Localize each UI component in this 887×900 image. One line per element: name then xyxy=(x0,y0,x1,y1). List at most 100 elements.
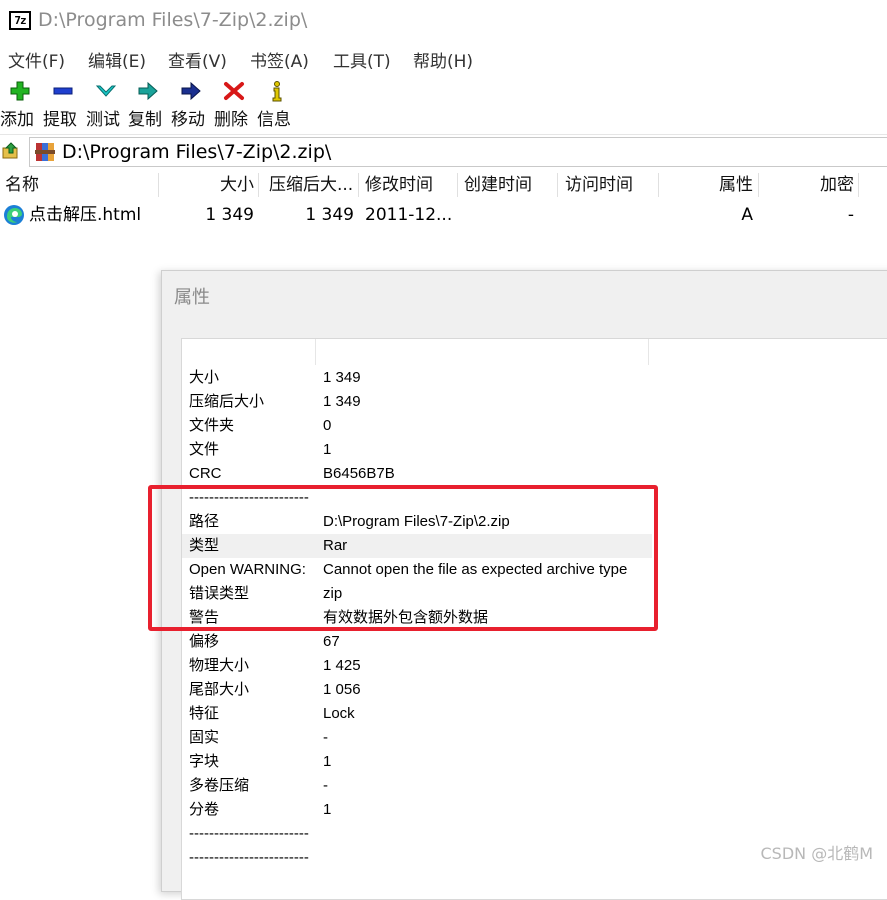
title-bar: 7z D:\Program Files\7-Zip\2.zip\ xyxy=(0,0,887,40)
file-modified: 2011-12... xyxy=(365,205,453,225)
info-button[interactable]: 信息 xyxy=(257,78,299,132)
file-row[interactable]: 点击解压.html 1 349 1 349 2011-12... A - xyxy=(0,201,887,229)
property-key: 物理大小 xyxy=(189,657,250,674)
property-row[interactable]: 固实 - xyxy=(182,726,652,750)
info-label: 信息 xyxy=(257,110,291,130)
property-key: 文件夹 xyxy=(189,417,235,434)
property-value: B6456B7B xyxy=(323,465,395,482)
property-key: 分卷 xyxy=(189,801,220,818)
address-field[interactable]: D:\Program Files\7-Zip\2.zip\ xyxy=(29,137,887,167)
file-list-header: 名称 大小 压缩后大... 修改时间 创建时间 访问时间 属性 加密 xyxy=(0,170,887,200)
property-key: 字块 xyxy=(189,753,220,770)
highlight-box xyxy=(148,485,658,631)
address-path: D:\Program Files\7-Zip\2.zip\ xyxy=(62,141,332,163)
add-button[interactable]: 添加 xyxy=(0,78,42,132)
column-attributes[interactable]: 属性 xyxy=(658,170,753,200)
property-row[interactable]: 物理大小 1 425 xyxy=(182,654,652,678)
property-value: 1 056 xyxy=(323,681,361,698)
watermark: CSDN @北鹤M xyxy=(760,844,873,863)
7zip-app-icon: 7z xyxy=(9,11,31,30)
column-separator xyxy=(258,173,259,197)
file-encrypted: - xyxy=(847,205,854,225)
copy-button[interactable]: 复制 xyxy=(128,78,170,132)
property-row[interactable]: 特征 Lock xyxy=(182,702,652,726)
toolbar: 添加 提取 测试 复制 移动 删除 信息 xyxy=(0,78,887,132)
column-separator xyxy=(457,173,458,197)
column-modified[interactable]: 修改时间 xyxy=(365,170,433,200)
column-separator xyxy=(358,173,359,197)
property-key: CRC xyxy=(189,465,222,482)
up-folder-icon[interactable] xyxy=(2,142,20,160)
column-created[interactable]: 创建时间 xyxy=(464,170,532,200)
property-row[interactable]: 文件夹 0 xyxy=(182,414,652,438)
property-row[interactable]: 多卷压缩 - xyxy=(182,774,652,798)
property-key: 压缩后大小 xyxy=(189,393,265,410)
dialog-title: 属性 xyxy=(174,287,210,308)
property-row[interactable]: 字块 1 xyxy=(182,750,652,774)
property-row[interactable]: 大小 1 349 xyxy=(182,366,652,390)
column-size[interactable]: 大小 xyxy=(158,170,254,200)
property-row[interactable]: 文件 1 xyxy=(182,438,652,462)
property-row[interactable]: ------------------------ xyxy=(182,846,652,870)
property-row[interactable]: 压缩后大小 1 349 xyxy=(182,390,652,414)
address-bar: D:\Program Files\7-Zip\2.zip\ xyxy=(0,134,887,169)
menu-edit[interactable]: 编辑(E) xyxy=(88,47,146,72)
file-packed-size: 1 349 xyxy=(305,205,354,225)
file-name: 点击解压.html xyxy=(29,205,142,225)
property-value: 1 349 xyxy=(323,393,361,410)
move-label: 移动 xyxy=(171,110,205,130)
column-encrypted[interactable]: 加密 xyxy=(758,170,854,200)
menu-bookmarks[interactable]: 书签(A) xyxy=(250,47,309,72)
property-key: ------------------------ xyxy=(189,825,309,842)
copy-label: 复制 xyxy=(128,110,162,130)
property-value: 67 xyxy=(323,633,340,650)
column-separator xyxy=(557,173,558,197)
property-row[interactable]: 分卷 1 xyxy=(182,798,652,822)
test-icon xyxy=(95,85,117,97)
property-key: 多卷压缩 xyxy=(189,777,250,794)
edge-html-icon xyxy=(4,205,24,225)
extract-label: 提取 xyxy=(43,110,77,130)
property-value: 1 425 xyxy=(323,657,361,674)
property-key: ------------------------ xyxy=(189,849,309,866)
window-title: D:\Program Files\7-Zip\2.zip\ xyxy=(38,9,308,31)
property-row[interactable]: ------------------------ xyxy=(182,822,652,846)
menu-bar: 文件(F) 编辑(E) 查看(V) 书签(A) 工具(T) 帮助(H) xyxy=(0,44,887,74)
delete-label: 删除 xyxy=(214,110,248,130)
move-button[interactable]: 移动 xyxy=(171,78,213,132)
menu-help[interactable]: 帮助(H) xyxy=(413,47,473,72)
properties-column-separator xyxy=(648,339,649,365)
property-value: 1 xyxy=(323,441,332,458)
column-accessed[interactable]: 访问时间 xyxy=(565,170,633,200)
property-value: 1 xyxy=(323,753,332,770)
archive-icon xyxy=(35,143,55,161)
column-separator xyxy=(858,173,859,197)
delete-button[interactable]: 删除 xyxy=(214,78,256,132)
menu-view[interactable]: 查看(V) xyxy=(168,47,227,72)
property-value: Lock xyxy=(323,705,355,722)
move-icon xyxy=(181,81,201,101)
test-button[interactable]: 测试 xyxy=(86,78,128,132)
copy-icon xyxy=(138,81,158,101)
test-label: 测试 xyxy=(86,110,120,130)
property-row[interactable]: 偏移 67 xyxy=(182,630,652,654)
property-key: 尾部大小 xyxy=(189,681,250,698)
column-name[interactable]: 名称 xyxy=(5,170,39,200)
add-label: 添加 xyxy=(0,110,34,130)
property-value: - xyxy=(323,729,328,746)
property-value: 1 xyxy=(323,801,332,818)
property-key: 大小 xyxy=(189,369,220,386)
delete-icon xyxy=(224,82,244,100)
column-packed-size[interactable]: 压缩后大... xyxy=(269,170,353,200)
property-row[interactable]: CRC B6456B7B xyxy=(182,462,652,486)
property-row[interactable]: 尾部大小 1 056 xyxy=(182,678,652,702)
menu-tools[interactable]: 工具(T) xyxy=(333,47,391,72)
property-value: 0 xyxy=(323,417,332,434)
info-icon xyxy=(272,81,282,102)
menu-file[interactable]: 文件(F) xyxy=(8,47,65,72)
properties-column-separator xyxy=(315,339,316,365)
property-key: 特征 xyxy=(189,705,220,722)
add-icon xyxy=(10,81,30,101)
property-value: 1 349 xyxy=(323,369,361,386)
extract-button[interactable]: 提取 xyxy=(43,78,85,132)
